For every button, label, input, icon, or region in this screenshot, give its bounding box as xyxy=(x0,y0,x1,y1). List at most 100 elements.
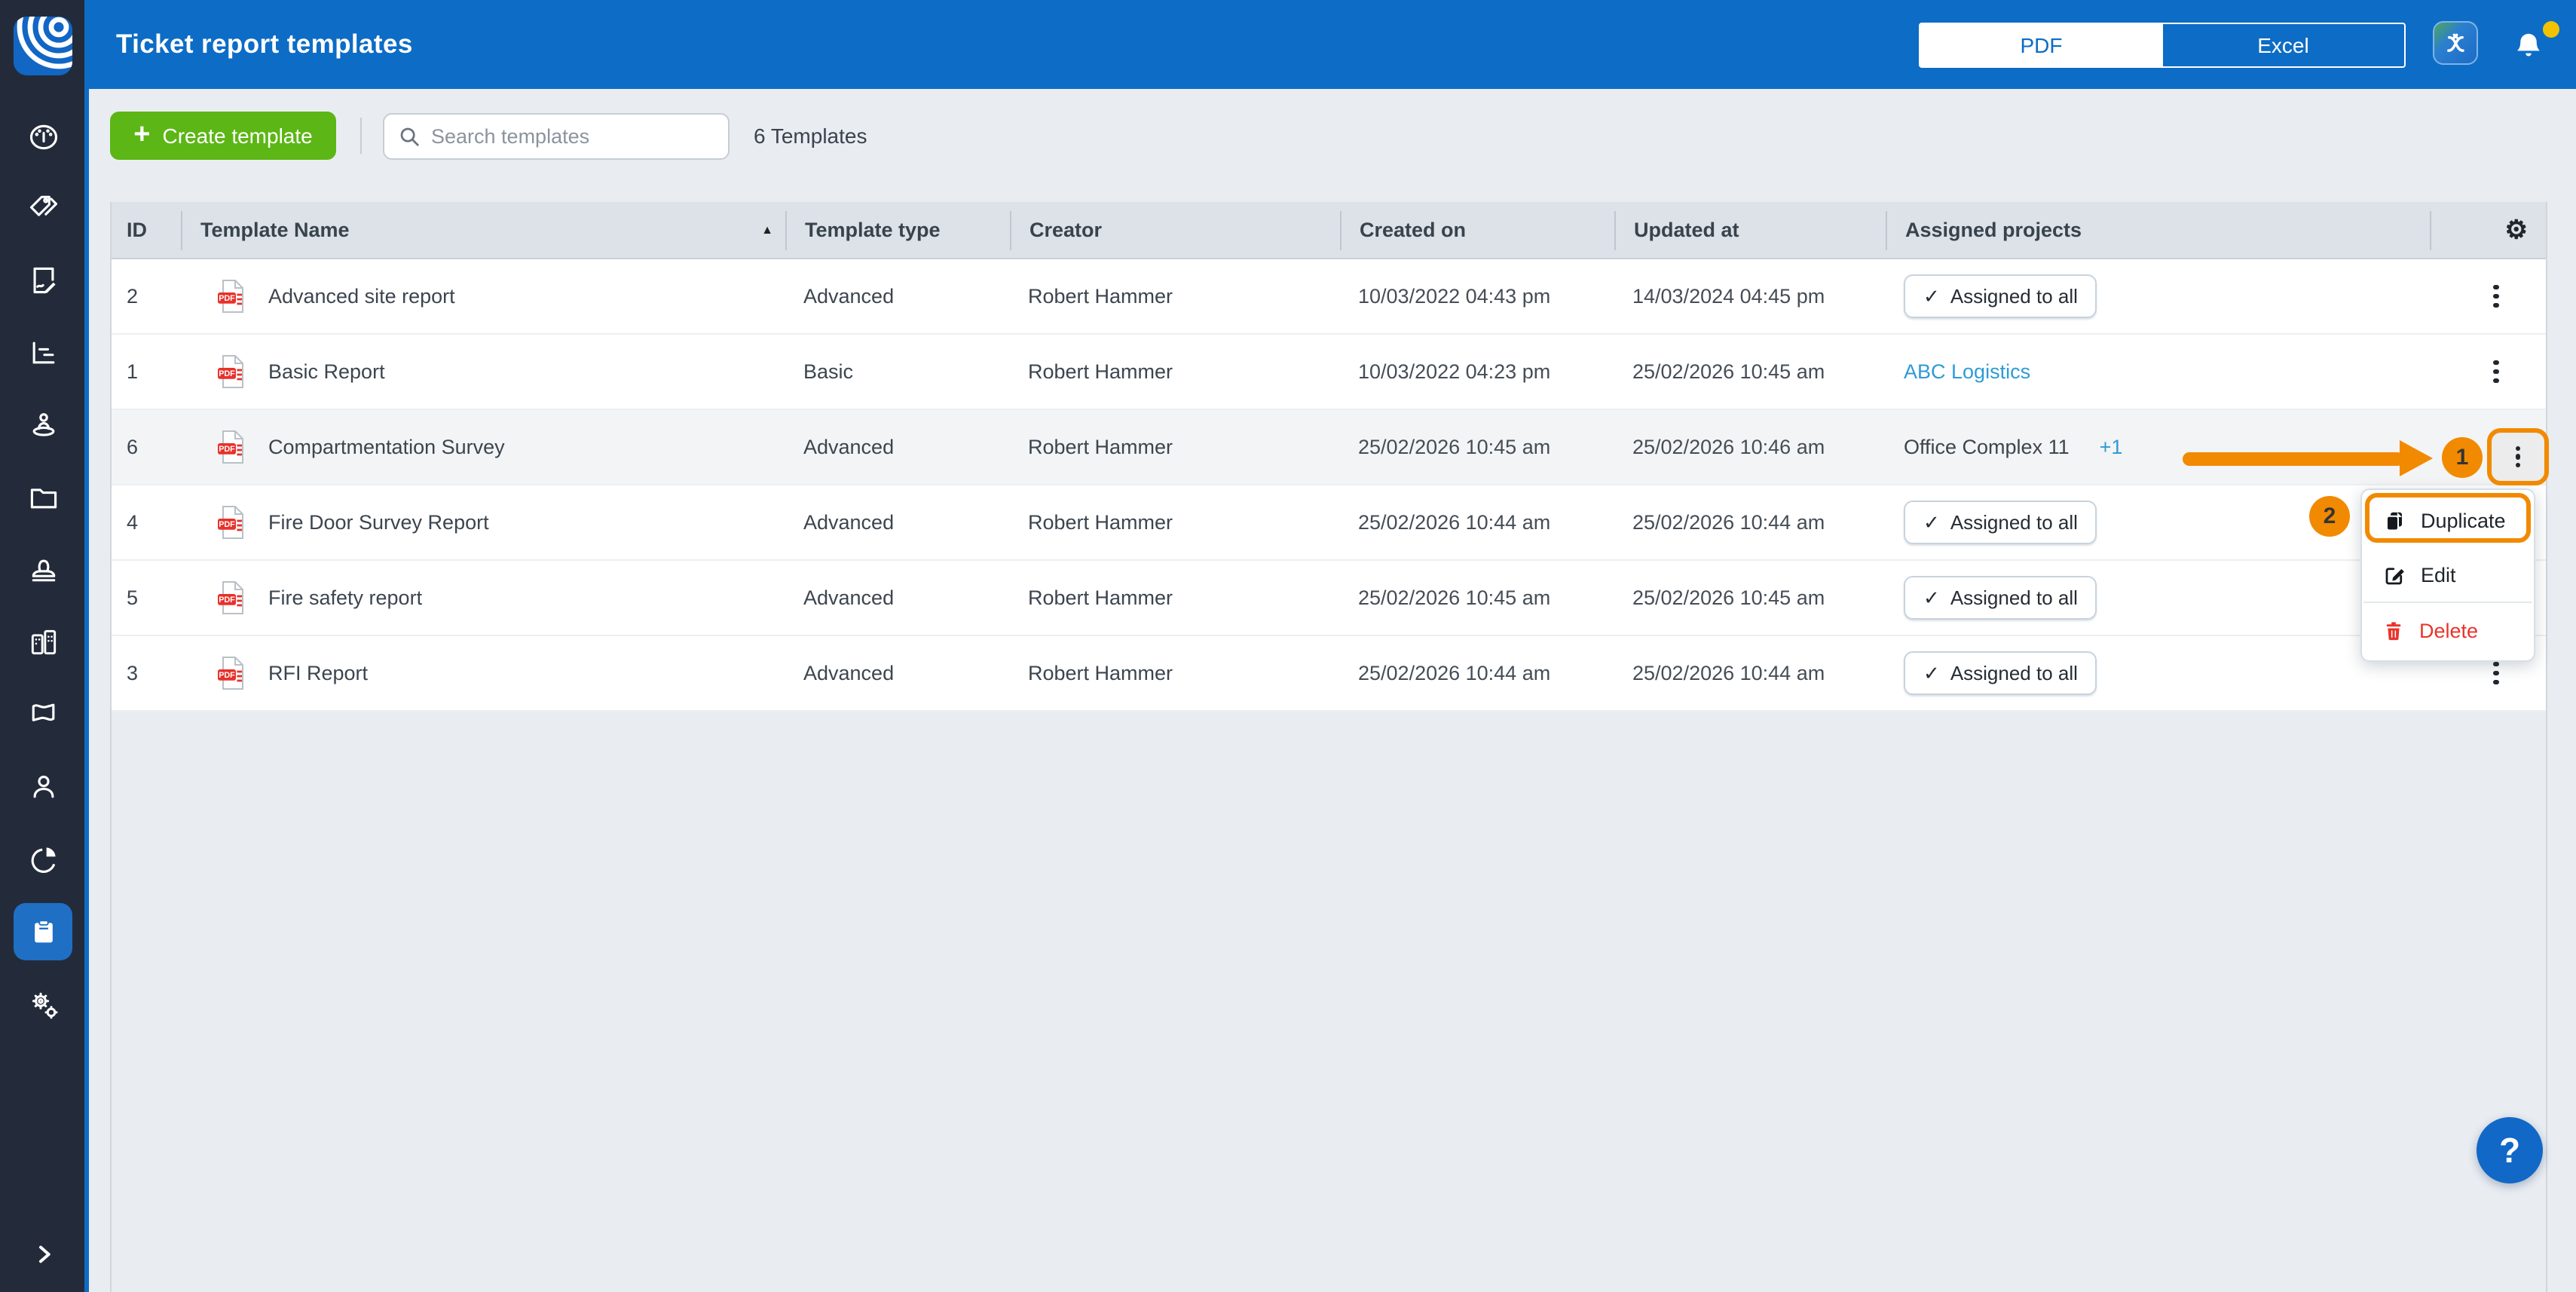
check-icon: ✓ xyxy=(1923,284,1940,308)
question-mark-icon: ? xyxy=(2499,1130,2520,1171)
cell-assigned: ✓ Assigned to all xyxy=(1886,274,2430,318)
search-input[interactable] xyxy=(431,125,714,148)
flag-icon xyxy=(26,698,60,731)
menu-item-delete[interactable]: Delete xyxy=(2362,603,2534,657)
column-header-name[interactable]: Template Name ▲ xyxy=(181,210,785,250)
page-title: Ticket report templates xyxy=(116,0,413,89)
plus-icon: + xyxy=(133,120,150,148)
row-menu-button[interactable] xyxy=(2480,277,2513,316)
sidebar-item-users[interactable] xyxy=(0,758,86,816)
sidebar-item-statistics[interactable] xyxy=(0,831,86,888)
cell-type: Advanced xyxy=(785,285,1010,308)
tags-icon xyxy=(26,191,60,225)
sidebar-item-flags[interactable] xyxy=(0,686,86,743)
sidebar-item-documents[interactable] xyxy=(0,469,86,526)
assigned-more-link[interactable]: +1 xyxy=(2100,436,2123,458)
dashboard-icon xyxy=(26,121,60,154)
notifications-button[interactable] xyxy=(2508,20,2559,71)
cell-id: 2 xyxy=(112,285,181,308)
cell-name: PDF Advanced site report xyxy=(181,279,785,314)
column-header-created[interactable]: Created on xyxy=(1340,210,1614,250)
pdf-file-icon: PDF xyxy=(217,656,246,690)
gear-icon: ⚙ xyxy=(2505,217,2529,243)
column-header-type[interactable]: Template type xyxy=(785,210,1010,250)
column-header-id[interactable]: ID xyxy=(112,210,181,250)
sidebar-item-stamps[interactable] xyxy=(0,541,86,599)
sidebar-item-reports[interactable] xyxy=(0,324,86,381)
trash-icon xyxy=(2383,619,2404,641)
assigned-label: Assigned to all xyxy=(1950,586,2078,609)
pdf-toggle-button[interactable]: PDF xyxy=(1920,24,2162,66)
cell-created: 25/02/2026 10:45 am xyxy=(1340,436,1614,458)
template-name: Fire safety report xyxy=(268,586,422,609)
table-row[interactable]: 3 PDF RFI Report Advanced Robert Hammer … xyxy=(112,636,2546,712)
notification-badge xyxy=(2543,21,2559,38)
annotation-step-2: 2 xyxy=(2309,496,2350,537)
sidebar-item-tags[interactable] xyxy=(0,179,86,237)
assigned-to-all-button[interactable]: ✓Assigned to all xyxy=(1904,501,2097,544)
table-row[interactable]: 5 PDF Fire safety report Advanced Robert… xyxy=(112,561,2546,636)
cell-id: 6 xyxy=(112,436,181,458)
row-menu-button[interactable] xyxy=(2480,352,2513,391)
create-template-button[interactable]: + Create template xyxy=(110,112,336,160)
sidebar-item-site-plans[interactable] xyxy=(0,396,86,454)
pdf-file-icon: PDF xyxy=(217,430,246,464)
app-root: Ticket report templates PDF Excel + Crea… xyxy=(0,0,2576,1292)
table-row[interactable]: 2 PDF Advanced site report Advanced Robe… xyxy=(112,259,2546,335)
cell-type: Advanced xyxy=(785,436,1010,458)
marketplace-button[interactable] xyxy=(2433,21,2478,65)
pdf-file-icon: PDF xyxy=(217,354,246,389)
signature-document-icon xyxy=(26,264,60,297)
template-name: Fire Door Survey Report xyxy=(268,511,489,534)
sidebar-item-forms[interactable] xyxy=(0,252,86,309)
column-settings[interactable]: ⚙ xyxy=(2430,210,2546,250)
assigned-project-link[interactable]: ABC Logistics xyxy=(1904,360,2030,383)
table-row-highlighted[interactable]: 6 PDF Compartmentation Survey Advanced R… xyxy=(112,410,2546,485)
templates-count: 6 Templates xyxy=(754,112,867,160)
top-header: Ticket report templates PDF Excel xyxy=(89,0,2576,89)
svg-text:PDF: PDF xyxy=(219,671,235,680)
user-icon xyxy=(26,770,60,804)
expand-sidebar-button[interactable] xyxy=(0,1229,86,1280)
sidebar-item-projects[interactable] xyxy=(0,614,86,671)
bell-icon xyxy=(2511,29,2546,65)
cell-updated: 25/02/2026 10:45 am xyxy=(1614,360,1886,383)
column-header-updated[interactable]: Updated at xyxy=(1614,210,1886,250)
cell-name: PDF Compartmentation Survey xyxy=(181,430,785,464)
annotation-kebab-highlight[interactable] xyxy=(2487,428,2549,485)
table-row[interactable]: 4 PDF Fire Door Survey Report Advanced R… xyxy=(112,485,2546,561)
stamp-icon xyxy=(26,553,60,586)
assigned-label: Assigned to all xyxy=(1950,285,2078,308)
pie-chart-icon xyxy=(26,843,60,876)
chart-icon xyxy=(26,336,60,369)
pdf-file-icon: PDF xyxy=(217,279,246,314)
cell-name: PDF RFI Report xyxy=(181,656,785,690)
menu-item-edit[interactable]: Edit xyxy=(2362,547,2534,602)
sidebar-item-settings[interactable] xyxy=(0,977,86,1034)
sidebar-item-templates-active[interactable] xyxy=(14,903,72,960)
search-icon xyxy=(398,125,421,148)
cell-created: 25/02/2026 10:45 am xyxy=(1340,586,1614,609)
assigned-to-all-button[interactable]: ✓Assigned to all xyxy=(1904,576,2097,620)
row-menu-button-highlighted[interactable] xyxy=(2501,437,2535,476)
cell-creator: Robert Hammer xyxy=(1010,586,1340,609)
assigned-to-all-button[interactable]: ✓ Assigned to all xyxy=(1904,274,2097,318)
assigned-to-all-button[interactable]: ✓Assigned to all xyxy=(1904,651,2097,695)
help-button[interactable]: ? xyxy=(2477,1117,2543,1183)
template-name: RFI Report xyxy=(268,662,368,684)
app-logo[interactable] xyxy=(14,17,72,75)
cell-assigned: ✓Assigned to all xyxy=(1886,651,2430,695)
menu-item-delete-label: Delete xyxy=(2419,619,2478,641)
butterfly-icon xyxy=(2440,28,2470,58)
excel-toggle-button[interactable]: Excel xyxy=(2162,24,2404,66)
column-header-creator[interactable]: Creator xyxy=(1010,210,1340,250)
cell-name: PDF Basic Report xyxy=(181,354,785,389)
sidebar-item-dashboard[interactable] xyxy=(0,109,86,166)
check-icon: ✓ xyxy=(1923,661,1940,685)
logo-icon xyxy=(14,17,72,75)
column-header-assigned[interactable]: Assigned projects xyxy=(1886,210,2430,250)
svg-text:PDF: PDF xyxy=(219,369,235,378)
create-template-label: Create template xyxy=(163,124,313,148)
assigned-label: Assigned to all xyxy=(1950,511,2078,534)
table-row[interactable]: 1 PDF Basic Report Basic Robert Hammer 1… xyxy=(112,335,2546,410)
